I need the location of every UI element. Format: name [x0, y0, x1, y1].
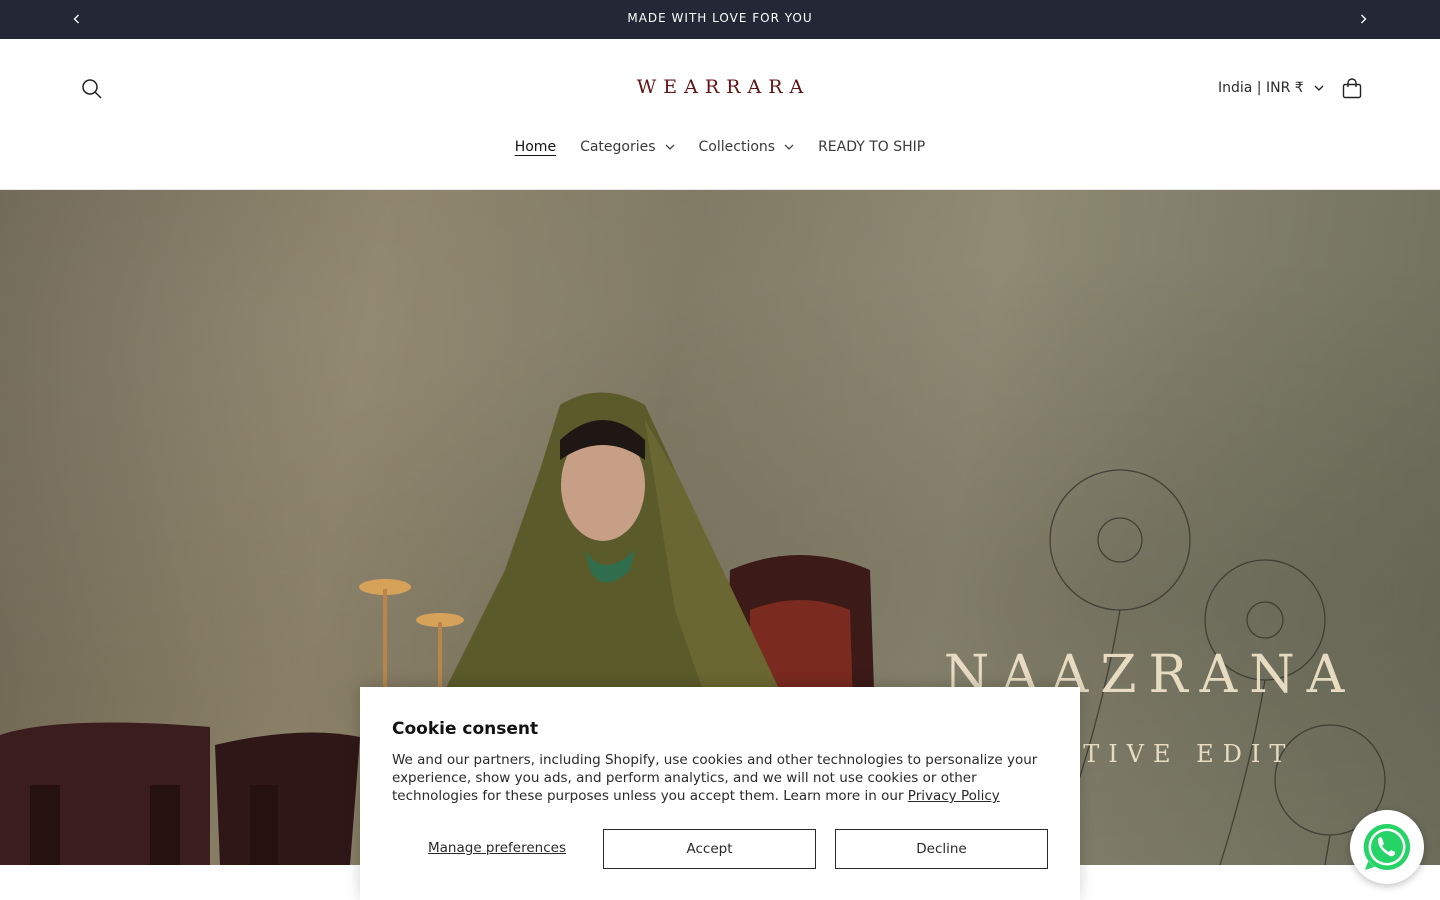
shopping-bag-icon	[1342, 78, 1362, 99]
cart-button[interactable]	[1334, 71, 1370, 107]
nav-item-ready-to-ship[interactable]: READY TO SHIP	[806, 137, 937, 157]
cookie-consent-text: We and our partners, including Shopify, …	[392, 751, 1052, 805]
nav-item-label: Home	[514, 139, 557, 155]
nav-item-label: READY TO SHIP	[818, 139, 926, 155]
cookie-consent-dialog: Cookie consent We and our partners, incl…	[360, 687, 1080, 900]
whatsapp-icon	[1363, 823, 1411, 870]
chevron-down-icon	[665, 144, 674, 150]
chevron-right-icon	[1361, 14, 1367, 24]
privacy-policy-link[interactable]: Privacy Policy	[908, 788, 1000, 804]
decline-button[interactable]: Decline	[835, 829, 1048, 869]
site-header: WEARRARA India | INR ₹ Home Categories C…	[0, 39, 1440, 190]
search-button[interactable]	[76, 73, 108, 105]
chevron-down-icon	[784, 144, 794, 150]
main-navigation: Home Categories Collections READY TO SHI…	[0, 137, 1440, 157]
locale-label: India | INR ₹	[1218, 80, 1304, 96]
nav-item-home[interactable]: Home	[503, 137, 568, 157]
announcement-message: MADE WITH LOVE FOR YOU	[627, 11, 813, 25]
manage-preferences-button[interactable]: Manage preferences	[428, 840, 566, 856]
search-icon	[82, 79, 102, 99]
chevron-down-icon	[1314, 85, 1324, 91]
country-currency-selector[interactable]: India | INR ₹	[1218, 75, 1324, 101]
cookie-consent-actions: Manage preferences Accept Decline	[392, 829, 1048, 869]
nav-item-categories[interactable]: Categories	[568, 137, 686, 157]
announcement-next-button[interactable]	[1353, 9, 1373, 29]
site-logo[interactable]: WEARRARA	[600, 76, 840, 98]
nav-item-label: Collections	[698, 139, 776, 155]
announcement-bar: MADE WITH LOVE FOR YOU	[0, 0, 1440, 39]
nav-item-label: Categories	[580, 139, 656, 155]
nav-item-collections[interactable]: Collections	[687, 137, 807, 157]
cookie-consent-title: Cookie consent	[392, 719, 539, 739]
accept-button[interactable]: Accept	[603, 829, 816, 869]
whatsapp-chat-button[interactable]	[1350, 810, 1424, 884]
